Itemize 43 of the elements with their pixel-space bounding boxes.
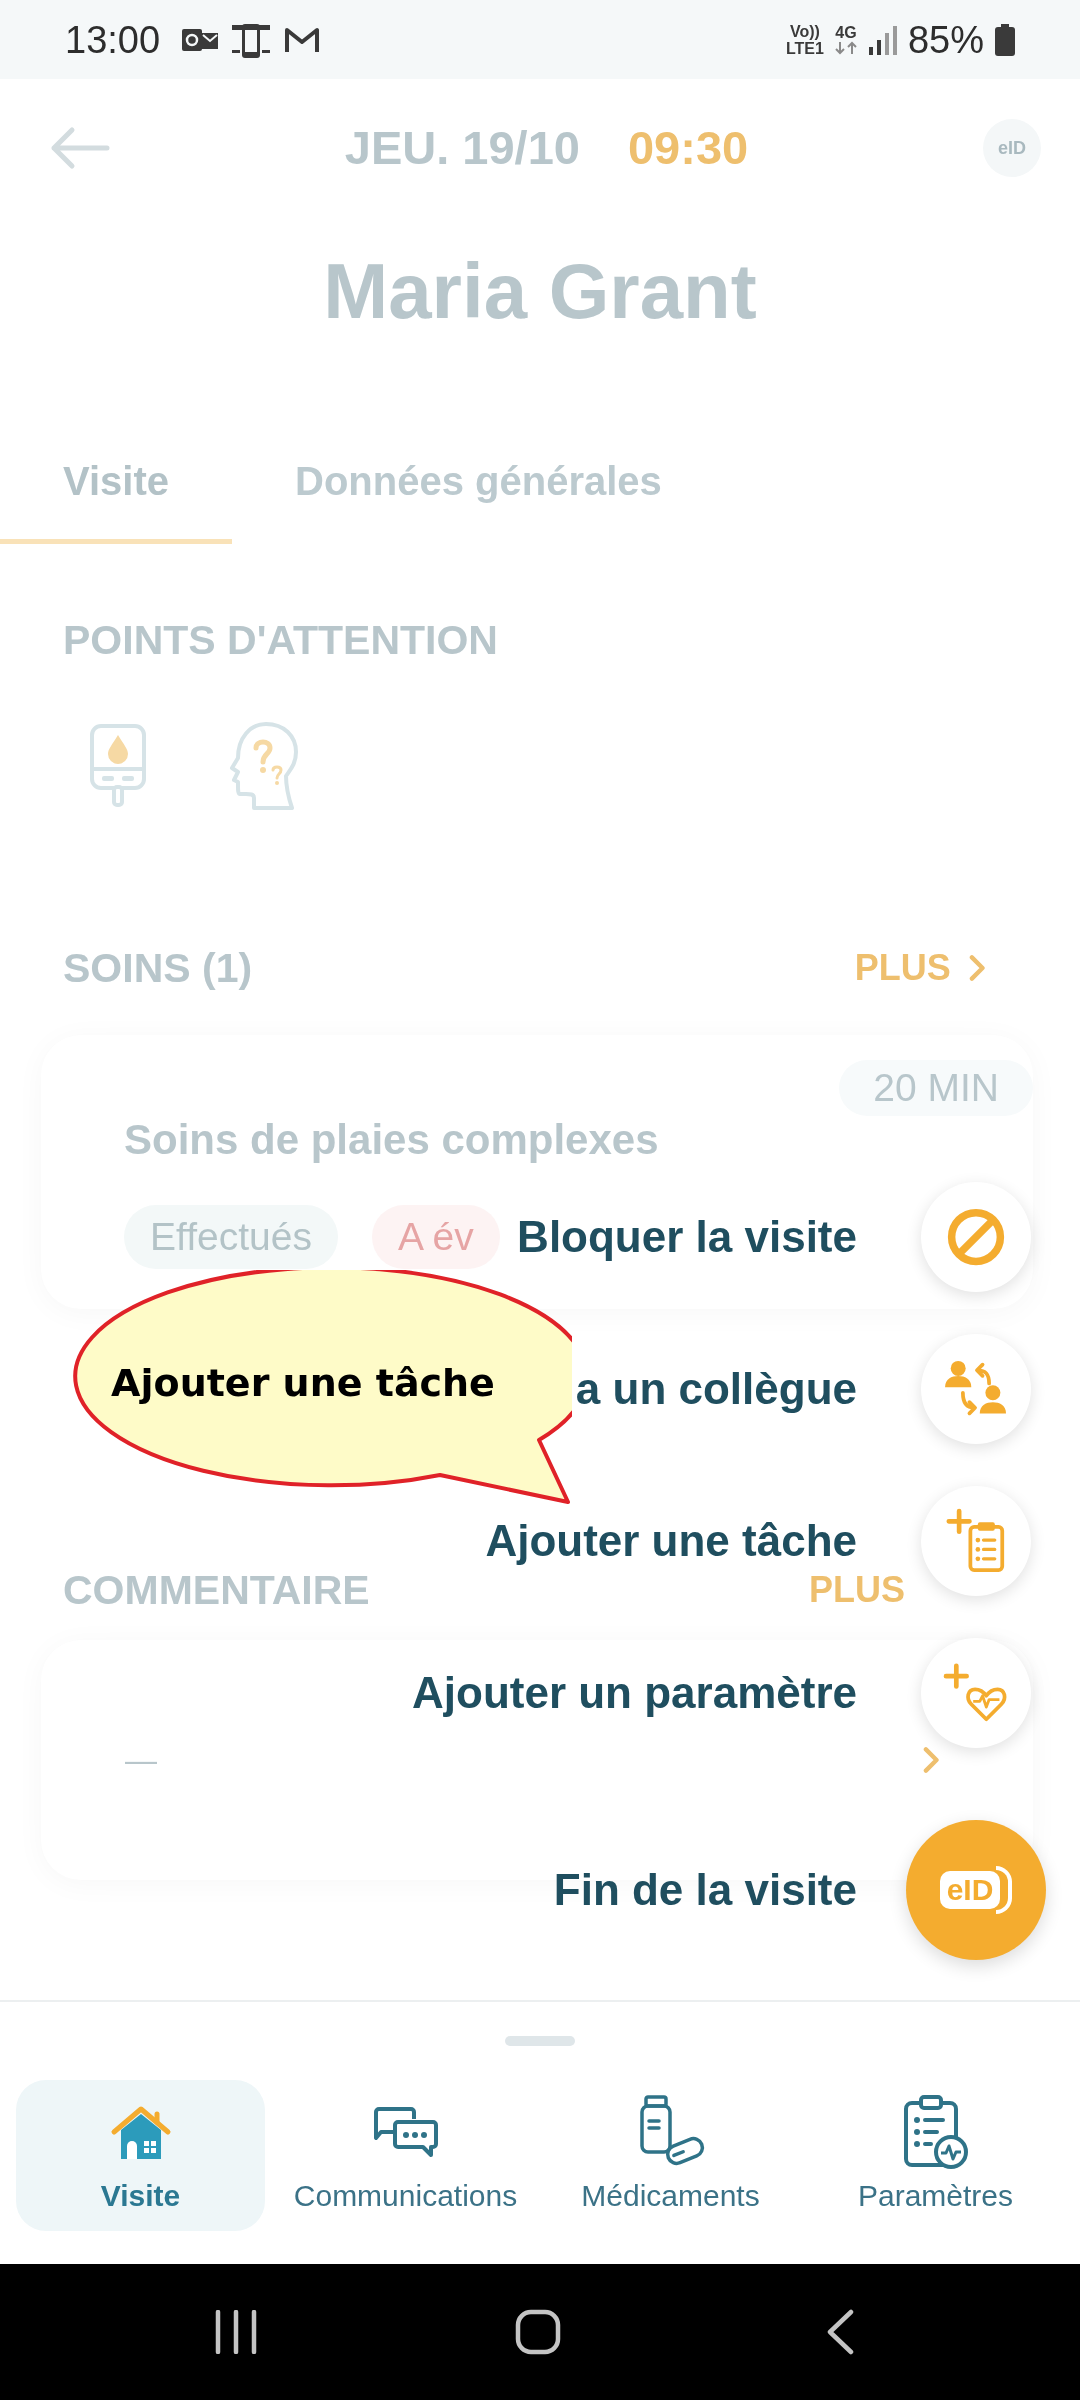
chat-icon: [372, 2106, 439, 2158]
nav-tab[interactable]: Communications: [281, 2080, 530, 2231]
menu-label[interactable]: a un collègue: [575, 1365, 857, 1413]
ban-icon: [946, 1207, 1006, 1267]
status-chip: A év: [371, 1205, 500, 1269]
status-chip: Effectués: [124, 1205, 338, 1269]
care-title: Soins de plaies complexes: [124, 1116, 659, 1164]
nav-tab[interactable]: Médicaments: [546, 2080, 795, 2231]
back-arrow-icon[interactable]: [50, 126, 110, 170]
glucometer-icon: [88, 723, 148, 809]
comment-text: —: [125, 1741, 157, 1780]
signal-icon: [867, 24, 898, 55]
battery-percent: 85%: [907, 17, 984, 62]
section-title: COMMENTAIRE: [63, 1568, 370, 1612]
clipboard-icon: [902, 2094, 969, 2170]
menu-label[interactable]: Ajouter une tâche: [485, 1517, 857, 1565]
battery-icon: [994, 23, 1016, 56]
visit-date: JEU. 19/10: [344, 120, 580, 176]
duration-badge: 20 MIN: [839, 1060, 1033, 1116]
menu-label[interactable]: Bloquer la visite: [517, 1213, 857, 1261]
lte-indicator: LTE1: [786, 39, 824, 57]
callout-text: Ajouter une tâche: [111, 1360, 495, 1406]
back-icon[interactable]: [826, 2309, 854, 2355]
add-clipboard-icon: [946, 1508, 1006, 1574]
visit-time: 09:30: [627, 120, 749, 176]
volte-indicator: Vo)): [790, 22, 820, 40]
chevron-right-icon: [922, 1746, 940, 1774]
section-title: SOINS (1): [63, 944, 253, 993]
network-type: 4G: [835, 24, 857, 41]
drag-handle[interactable]: [505, 2036, 575, 2046]
data-arrows-icon: [833, 41, 858, 55]
clock: 13:00: [65, 17, 161, 62]
add-heart-icon: [943, 1663, 1009, 1723]
nav-tab[interactable]: Visite: [16, 2080, 265, 2231]
recent-apps-icon[interactable]: [215, 2310, 257, 2354]
mail-icon: [284, 25, 321, 54]
device-icon: [232, 21, 271, 58]
section-title: POINTS D'ATTENTION: [63, 616, 498, 665]
chevron-right-icon: [968, 954, 986, 982]
menu-label[interactable]: Ajouter un paramètre: [412, 1669, 857, 1717]
home-icon[interactable]: [515, 2309, 561, 2355]
patient-name: Maria Grant: [323, 246, 757, 336]
nav-tab[interactable]: Paramètres: [811, 2080, 1060, 2231]
